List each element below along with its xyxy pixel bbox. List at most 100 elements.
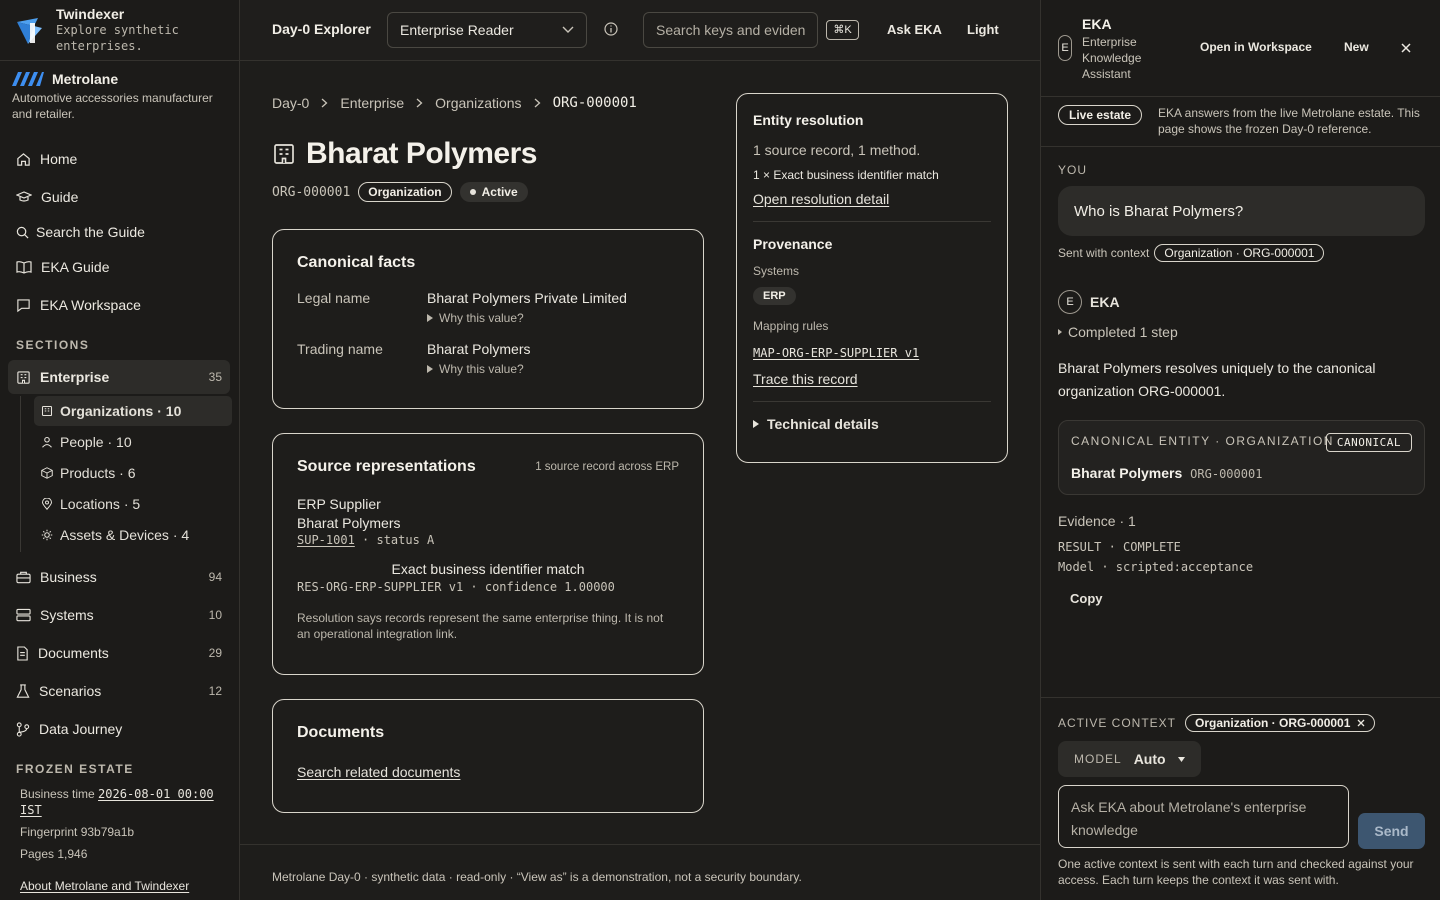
ask-eka-input[interactable] — [1058, 785, 1349, 848]
you-label: YOU — [1058, 163, 1088, 177]
brand-name: Twindexer — [56, 6, 125, 22]
entity-type-badge: Organization — [358, 182, 452, 202]
search-related-documents-link[interactable]: Search related documents — [297, 764, 460, 780]
about-link[interactable]: About Metrolane and Twindexer — [20, 879, 189, 893]
nav-guide[interactable]: Guide — [8, 180, 230, 214]
why-legal-name-toggle[interactable]: Why this value? — [427, 311, 627, 325]
documents-card: Documents Search related documents — [272, 699, 704, 813]
source-record-line: SUP-1001 · status A — [297, 533, 679, 547]
live-estate-text: EKA answers from the live Metrolane esta… — [1158, 106, 1420, 136]
breadcrumb-organizations[interactable]: Organizations — [435, 95, 521, 111]
nav-documents-count: 29 — [208, 646, 222, 660]
why-trading-name-toggle[interactable]: Why this value? — [427, 362, 530, 376]
breadcrumb-day0[interactable]: Day-0 — [272, 95, 309, 111]
subnav-assets[interactable]: Assets & Devices · 4 — [34, 520, 232, 550]
status-label: Active — [481, 185, 518, 199]
nav-eka-workspace[interactable]: EKA Workspace — [8, 288, 230, 322]
nav-scenarios[interactable]: Scenarios 12 — [8, 674, 230, 708]
copy-button[interactable]: Copy — [1070, 591, 1103, 606]
breadcrumb: Day-0 Enterprise Organizations ORG-00000… — [272, 95, 637, 111]
completed-steps-label: Completed 1 step — [1068, 324, 1178, 340]
nav-eka-guide[interactable]: EKA Guide — [8, 250, 230, 284]
nav-business[interactable]: Business 94 — [8, 560, 230, 594]
nav-documents[interactable]: Documents 29 — [8, 636, 230, 670]
source-record-link[interactable]: SUP-1001 — [297, 533, 355, 547]
subnav-people[interactable]: People · 10 — [34, 427, 232, 457]
nav-data-journey[interactable]: Data Journey — [8, 712, 230, 746]
business-time-label: Business time — [20, 787, 95, 801]
theme-toggle-button[interactable]: Light — [967, 22, 999, 37]
caret-down-icon — [1177, 756, 1185, 762]
subnav-locations[interactable]: Locations · 5 — [34, 489, 232, 519]
nav-search-guide-label: Search the Guide — [36, 224, 145, 240]
nav-eka-guide-label: EKA Guide — [41, 259, 110, 275]
match-method: Exact business identifier match — [391, 561, 585, 577]
eka-composer: ACTIVE CONTEXT Organization · ORG-000001… — [1041, 697, 1440, 900]
view-as-select[interactable]: Enterprise Reader — [387, 12, 587, 48]
user-question: Who is Bharat Polymers? — [1074, 202, 1244, 220]
canonical-tag: CANONICAL — [1325, 433, 1412, 452]
resolution-rule: RES-ORG-ERP-SUPPLIER v1 · confidence 1.0… — [297, 580, 615, 594]
trace-record-link[interactable]: Trace this record — [753, 371, 858, 387]
sent-context-row: Sent with context Organization · ORG-000… — [1058, 244, 1325, 262]
nav-eka-workspace-label: EKA Workspace — [40, 297, 141, 313]
close-icon[interactable] — [1401, 43, 1411, 53]
canonical-entity-id: ORG-000001 — [1190, 467, 1263, 481]
model-value: Auto — [1133, 751, 1166, 767]
model-select[interactable]: MODEL Auto — [1058, 741, 1201, 777]
sent-with-label: Sent with context — [1058, 246, 1150, 260]
nav-systems[interactable]: Systems 10 — [8, 598, 230, 632]
canonical-entity-label: CANONICAL ENTITY · ORGANIZATION — [1071, 434, 1334, 448]
subnav-people-label: People · 10 — [60, 434, 132, 450]
user-message-bubble: Who is Bharat Polymers? — [1058, 186, 1425, 236]
open-resolution-detail-link[interactable]: Open resolution detail — [753, 191, 889, 207]
completed-steps-toggle[interactable]: Completed 1 step — [1058, 324, 1178, 340]
canonical-entity-row: Bharat Polymers ORG-000001 — [1071, 465, 1262, 481]
subnav-products[interactable]: Products · 6 — [34, 458, 232, 488]
ask-eka-button[interactable]: Ask EKA — [887, 22, 942, 37]
assistant-name: EKA — [1090, 294, 1120, 310]
nav-search-guide[interactable]: Search the Guide — [8, 215, 230, 249]
chevron-down-icon — [562, 26, 574, 33]
nav-enterprise[interactable]: Enterprise 35 — [8, 360, 230, 394]
entity-id: ORG-000001 — [272, 184, 351, 200]
why-trading-label: Why this value? — [439, 362, 524, 376]
canonical-entity-name: Bharat Polymers — [1071, 465, 1183, 481]
resolution-note: Resolution says records represent the sa… — [297, 611, 664, 641]
status-badge: Active — [459, 182, 528, 202]
send-button[interactable]: Send — [1358, 813, 1425, 849]
chevron-right-icon — [416, 98, 423, 108]
git-branch-icon — [16, 721, 30, 737]
info-icon[interactable] — [604, 22, 618, 36]
entity-meta: ORG-000001 Organization Active — [272, 182, 528, 202]
package-icon — [41, 467, 53, 479]
nav-home[interactable]: Home — [8, 142, 230, 176]
new-chat-button[interactable]: New — [1344, 40, 1369, 54]
evidence-label: Evidence · 1 — [1058, 513, 1136, 529]
legal-name-value: Bharat Polymers Private Limited — [427, 290, 627, 306]
global-search-input[interactable] — [643, 12, 818, 48]
canonical-entity-card[interactable]: CANONICAL ENTITY · ORGANIZATION CANONICA… — [1058, 420, 1425, 495]
entity-title: Bharat Polymers — [306, 137, 537, 170]
search-icon — [16, 226, 29, 238]
subnav-organizations[interactable]: Organizations · 10 — [34, 396, 232, 426]
eka-title: EKA — [1082, 16, 1112, 32]
remove-context-icon[interactable] — [1357, 719, 1365, 727]
breadcrumb-enterprise[interactable]: Enterprise — [340, 95, 404, 111]
building-small-icon — [41, 405, 53, 417]
source-system: ERP Supplier — [297, 496, 381, 512]
flask-icon — [16, 683, 30, 698]
technical-details-toggle[interactable]: Technical details — [753, 416, 991, 432]
mapping-rule-link[interactable]: MAP-ORG-ERP-SUPPLIER v1 — [753, 346, 919, 360]
shortcut-badge: ⌘K — [826, 20, 859, 40]
metrolane-logo-icon — [12, 72, 44, 86]
nav-guide-label: Guide — [41, 189, 79, 205]
brand-block[interactable]: Twindexer Explore synthetic enterprises. — [0, 0, 239, 61]
source-summary: 1 source record across ERP — [535, 461, 679, 473]
open-in-workspace-button[interactable]: Open in Workspace — [1200, 40, 1312, 54]
nav-systems-label: Systems — [40, 607, 94, 623]
nav-documents-label: Documents — [38, 645, 109, 661]
source-name: Bharat Polymers — [297, 515, 401, 531]
nav-home-label: Home — [40, 151, 78, 167]
live-estate-row: Live estate EKA answers from the live Me… — [1041, 97, 1440, 147]
